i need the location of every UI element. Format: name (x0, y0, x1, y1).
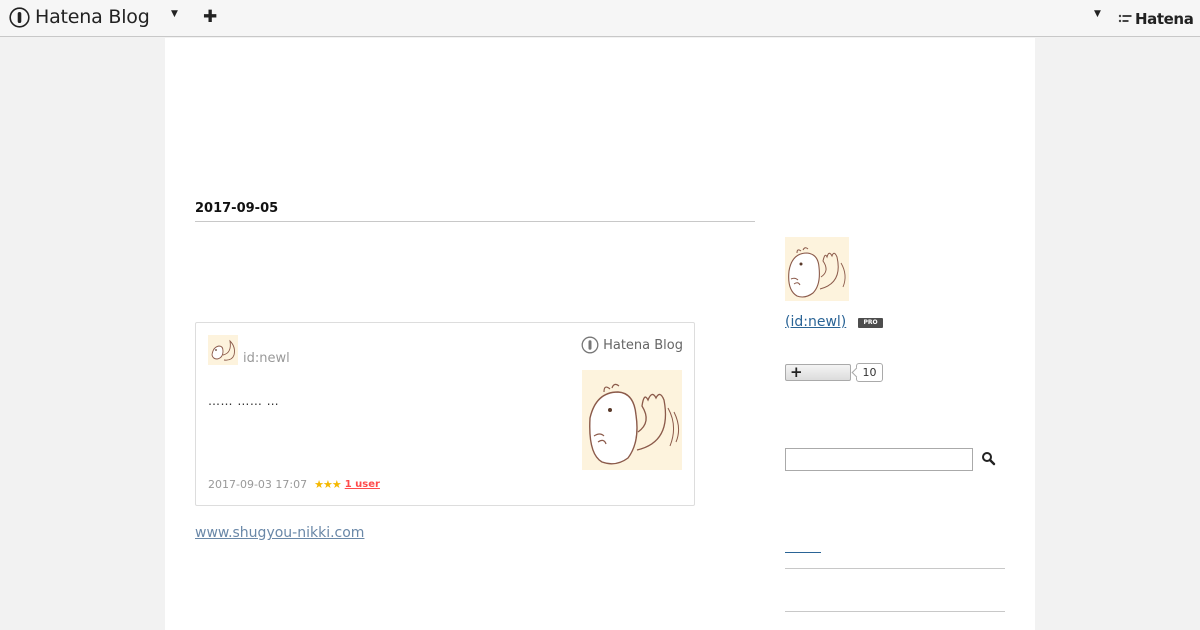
follow-plus-icon: + (790, 363, 803, 381)
profile-squirrel-icon[interactable] (785, 237, 849, 301)
entry-date[interactable]: 2017-09-05 (195, 201, 278, 216)
search-input[interactable] (785, 448, 973, 471)
entry-date-header: 2017-09-05 (195, 201, 755, 222)
follower-count[interactable]: 10 (856, 363, 883, 382)
card-excerpt: …… …… … (208, 394, 280, 408)
sidebar-divider (785, 568, 1005, 569)
blog-card-embed[interactable]: id:newl Hatena Blog …… …… … 2017-09-03 1… (195, 322, 695, 506)
card-brand-text: Hatena Blog (603, 337, 683, 353)
page-container: 2017-09-05 id:newl Hatena Blog …… …… … 2… (165, 38, 1035, 630)
pro-badge: PRO (858, 318, 883, 328)
hatena-brand-text: Hatena (1135, 10, 1194, 28)
hatena-dots-icon (1118, 14, 1132, 23)
blog-menu-caret-icon[interactable]: ▼ (171, 9, 178, 19)
card-author-id[interactable]: id:newl (243, 351, 290, 366)
hatena-brand-link[interactable]: Hatena (1118, 10, 1194, 28)
author-avatar-squirrel-icon (208, 335, 238, 365)
hatena-blog-small-icon (581, 336, 599, 354)
search-icon[interactable] (980, 450, 998, 468)
card-footer: 2017-09-03 17:07 ★★★ 1 user (208, 478, 380, 491)
follow-button[interactable]: + (785, 363, 851, 381)
entry-thumbnail-squirrel-image[interactable] (582, 370, 682, 470)
card-hatena-blog-brand: Hatena Blog (581, 336, 683, 354)
global-header: Hatena Blog ▼ ✚ ▼ Hatena (0, 0, 1200, 37)
sidebar-link[interactable] (785, 552, 821, 553)
bookmark-users-link[interactable]: 1 user (345, 479, 380, 490)
site-url-link[interactable]: www.shugyou-nikki.com (195, 525, 364, 541)
logo-text: Hatena Blog (35, 6, 150, 28)
card-timestamp: 2017-09-03 17:07 (208, 478, 308, 491)
profile-name-link[interactable]: (id:newl) (785, 314, 846, 330)
create-entry-plus-icon[interactable]: ✚ (203, 7, 217, 27)
star-icon[interactable]: ★★★ (314, 478, 342, 491)
hatena-blog-logo[interactable]: Hatena Blog (9, 6, 150, 28)
sidebar-divider (785, 611, 1005, 612)
hatena-blog-logo-icon (9, 6, 30, 28)
account-menu-caret-icon[interactable]: ▼ (1094, 9, 1101, 19)
